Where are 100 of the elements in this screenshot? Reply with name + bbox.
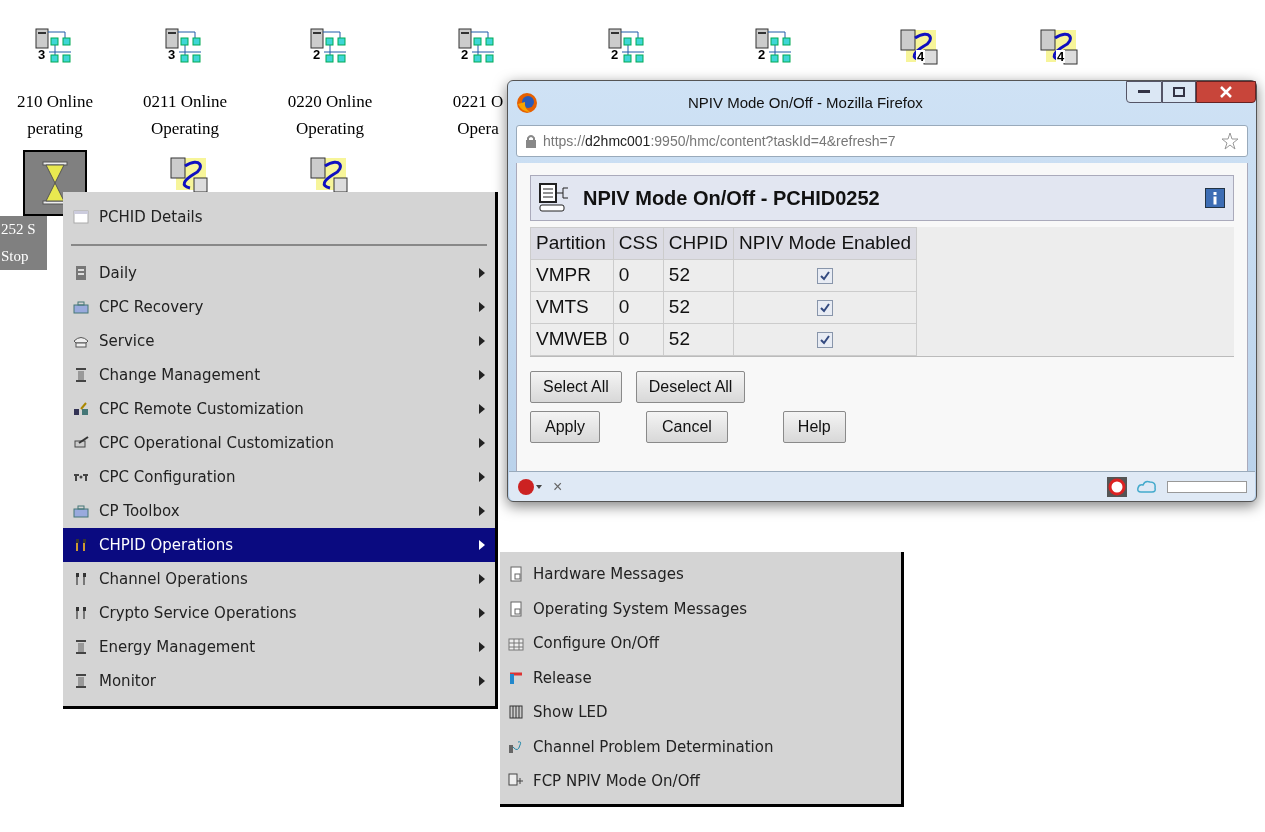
menu-item[interactable]: CPC Recovery <box>63 290 495 324</box>
icon-label: 0220 Online <box>287 91 373 113</box>
page-icon <box>508 566 524 583</box>
window-title: NPIV Mode On/Off - Mozilla Firefox <box>688 92 923 113</box>
checkmark-icon <box>819 302 832 315</box>
close-button[interactable] <box>1196 81 1256 103</box>
icon-tile[interactable]: 2 <box>298 22 362 72</box>
select-button[interactable]: Select All <box>530 371 622 403</box>
lock-icon <box>525 134 537 148</box>
toolbox-icon <box>73 299 89 315</box>
select-button[interactable]: Deselect All <box>635 371 746 403</box>
menu-item[interactable]: Channel Problem Determination <box>500 729 901 764</box>
plug-icon <box>73 537 89 553</box>
icon-number: 2 <box>611 48 619 61</box>
table-cell: VMTS <box>530 291 614 324</box>
table-cell: VMWEB <box>530 323 614 356</box>
remote-icon <box>73 401 89 417</box>
action-button[interactable]: Cancel <box>646 411 728 443</box>
maximize-button[interactable] <box>1162 81 1196 103</box>
icon-label: Opera <box>457 118 499 140</box>
submenu-arrow-icon <box>479 506 485 516</box>
column-header: CHPID <box>663 227 734 260</box>
linked-servers-icon[interactable] <box>170 156 210 194</box>
minimize-button[interactable] <box>1126 81 1162 103</box>
menu-item[interactable]: Monitor <box>63 664 495 698</box>
bars-icon <box>508 704 524 721</box>
icon-tile[interactable]: 2 <box>596 22 660 72</box>
stack-icon <box>73 673 89 689</box>
icon-label: Stop <box>1 247 29 266</box>
menu-item[interactable]: PCHID Details <box>63 200 495 234</box>
submenu-arrow-icon <box>479 574 485 584</box>
icon-number: 4 <box>916 50 926 63</box>
icon-number: 2 <box>313 48 321 61</box>
stack-icon <box>73 367 89 383</box>
icon-label: perating <box>27 118 83 140</box>
icon-tile[interactable]: 3 <box>153 22 217 72</box>
icon-number: 2 <box>758 48 766 61</box>
linked-servers-icon[interactable] <box>310 156 350 194</box>
checkbox[interactable] <box>817 268 834 285</box>
plug-icon <box>73 571 89 587</box>
submenu-arrow-icon <box>479 336 485 346</box>
menu-item[interactable]: Hardware Messages <box>500 557 901 592</box>
browser-logo-icon <box>516 92 538 114</box>
icon-label: 210 Online <box>17 91 93 113</box>
close-icon <box>1220 86 1232 98</box>
menu-item[interactable]: Change Management <box>63 358 495 392</box>
icon-tile[interactable]: 2 <box>743 22 807 72</box>
table-cell: VMPR <box>530 259 614 292</box>
menu-item[interactable]: Energy Management <box>63 630 495 664</box>
menu-item[interactable]: CPC Operational Customization <box>63 426 495 460</box>
icon-label: Operating <box>296 118 364 140</box>
submenu-arrow-icon <box>479 302 485 312</box>
menu-item[interactable]: Show LED <box>500 695 901 730</box>
menu-item[interactable]: FCP NPIV Mode On/Off <box>500 764 901 799</box>
address-bar[interactable]: https://d2hmc001:9950/hmc/content?taskId=4&refresh=7 <box>516 125 1248 157</box>
column-header: CSS <box>613 227 664 260</box>
url-text: https://d2hmc001:9950/hmc/content?taskId=4&refresh=7 <box>543 131 896 151</box>
star-icon[interactable] <box>1221 132 1239 150</box>
stack-icon <box>73 639 89 655</box>
icon-tile[interactable]: 2 <box>446 22 510 72</box>
menu-item[interactable]: Configure On/Off <box>500 626 901 661</box>
table-cell: 0 <box>613 259 664 292</box>
icon-label: 252 S <box>1 220 36 239</box>
checkbox[interactable] <box>817 300 834 317</box>
table-cell: 52 <box>663 259 734 292</box>
plug-icon <box>73 605 89 621</box>
table-cell: 52 <box>663 323 734 356</box>
submenu-arrow-icon <box>479 642 485 652</box>
menu-item[interactable]: CHPID Operations <box>63 528 495 562</box>
action-button[interactable]: Help <box>782 411 846 443</box>
menu-item[interactable]: Release <box>500 660 901 695</box>
submenu-arrow-icon <box>479 608 485 618</box>
close-addon-bar-button[interactable]: × <box>553 474 563 499</box>
record-icon[interactable] <box>1107 476 1127 497</box>
checkbox[interactable] <box>817 332 834 349</box>
toolbox-icon <box>73 503 89 519</box>
menu-item[interactable]: Crypto Service Operations <box>63 596 495 630</box>
submenu-arrow-icon <box>479 404 485 414</box>
grid-icon <box>508 635 524 652</box>
checkmark-icon <box>819 270 832 283</box>
icon-number: 3 <box>168 48 176 61</box>
adblock-icon[interactable] <box>517 477 543 496</box>
submenu-arrow-icon <box>479 438 485 448</box>
menu-item[interactable]: Channel Operations <box>63 562 495 596</box>
info-icon[interactable] <box>1205 188 1225 208</box>
icon-tile[interactable]: 3 <box>23 22 87 72</box>
hourglass-icon[interactable] <box>40 161 70 205</box>
menu-item[interactable]: CPC Configuration <box>63 460 495 494</box>
icon-tile[interactable]: 4 <box>888 22 952 72</box>
menu-item[interactable]: CP Toolbox <box>63 494 495 528</box>
menu-item[interactable]: Service <box>63 324 495 358</box>
menu-item[interactable]: CPC Remote Customization <box>63 392 495 426</box>
menu-item[interactable]: Operating System Messages <box>500 591 901 626</box>
icon-label: 0221 O <box>452 91 504 113</box>
panel-title: NPIV Mode On/Off - PCHID0252 <box>583 186 880 211</box>
submenu-arrow-icon <box>479 268 485 278</box>
page-icon <box>508 600 524 617</box>
action-button[interactable]: Apply <box>530 411 601 443</box>
menu-item[interactable]: Daily <box>63 256 495 290</box>
icon-tile[interactable]: 4 <box>1028 22 1092 72</box>
